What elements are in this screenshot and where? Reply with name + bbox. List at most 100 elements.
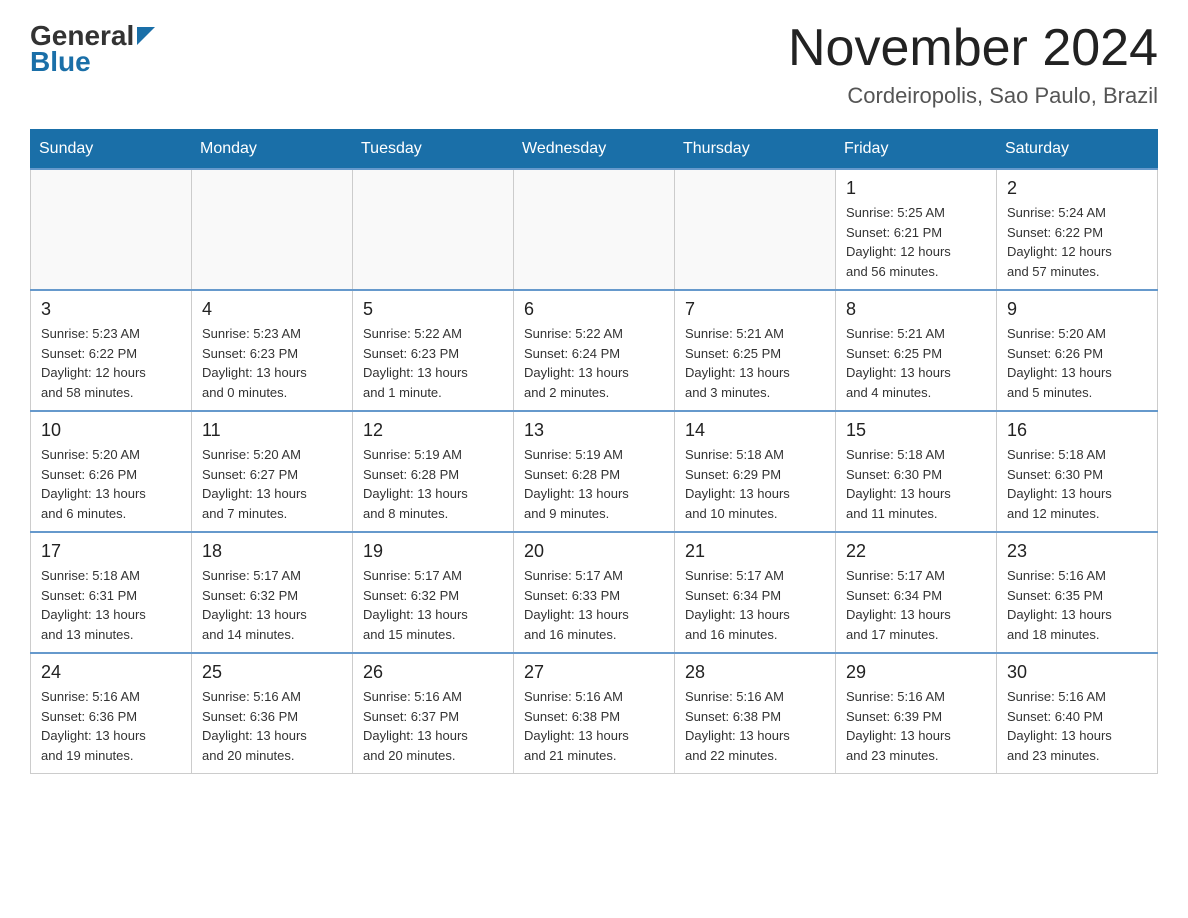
day-number: 29 (846, 662, 986, 683)
calendar-cell (353, 169, 514, 290)
day-info: Sunrise: 5:23 AMSunset: 6:23 PMDaylight:… (202, 324, 342, 402)
day-info: Sunrise: 5:20 AMSunset: 6:26 PMDaylight:… (1007, 324, 1147, 402)
calendar-week-4: 17 Sunrise: 5:18 AMSunset: 6:31 PMDayligh… (31, 532, 1158, 653)
calendar-cell: 2Sunrise: 5:24 AMSunset: 6:22 PMDaylight… (997, 169, 1158, 290)
calendar-cell: 20Sunrise: 5:17 AMSunset: 6:33 PMDayligh… (514, 532, 675, 653)
day-number: 16 (1007, 420, 1147, 441)
day-number: 6 (524, 299, 664, 320)
day-info: Sunrise: 5:20 AMSunset: 6:27 PMDaylight:… (202, 445, 342, 523)
weekday-header-friday: Friday (836, 130, 997, 170)
calendar-week-1: 1 Sunrise: 5:25 AMSunset: 6:21 PMDaylight… (31, 169, 1158, 290)
day-number: 9 (1007, 299, 1147, 320)
day-info: Sunrise: 5:16 AMSunset: 6:38 PMDaylight:… (685, 687, 825, 765)
calendar-cell: 23 Sunrise: 5:16 AMSunset: 6:35 PMDayligh… (997, 532, 1158, 653)
calendar-cell: 25Sunrise: 5:16 AMSunset: 6:36 PMDayligh… (192, 653, 353, 774)
calendar-cell: 3 Sunrise: 5:23 AMSunset: 6:22 PMDaylight… (31, 290, 192, 411)
day-info: Sunrise: 5:19 AMSunset: 6:28 PMDaylight:… (363, 445, 503, 523)
day-number: 7 (685, 299, 825, 320)
day-number: 12 (363, 420, 503, 441)
day-info: Sunrise: 5:17 AMSunset: 6:32 PMDaylight:… (202, 566, 342, 644)
title-section: November 2024 Cordeiropolis, Sao Paulo, … (788, 20, 1158, 109)
calendar-cell: 24Sunrise: 5:16 AMSunset: 6:36 PMDayligh… (31, 653, 192, 774)
day-info: Sunrise: 5:16 AMSunset: 6:35 PMDaylight:… (1007, 566, 1147, 644)
day-number: 5 (363, 299, 503, 320)
calendar-cell: 9 Sunrise: 5:20 AMSunset: 6:26 PMDaylight… (997, 290, 1158, 411)
calendar-cell: 27Sunrise: 5:16 AMSunset: 6:38 PMDayligh… (514, 653, 675, 774)
day-number: 18 (202, 541, 342, 562)
day-info: Sunrise: 5:18 AMSunset: 6:30 PMDaylight:… (846, 445, 986, 523)
day-number: 25 (202, 662, 342, 683)
day-info: Sunrise: 5:17 AMSunset: 6:32 PMDaylight:… (363, 566, 503, 644)
calendar-cell: 30Sunrise: 5:16 AMSunset: 6:40 PMDayligh… (997, 653, 1158, 774)
calendar-cell: 21 Sunrise: 5:17 AMSunset: 6:34 PMDayligh… (675, 532, 836, 653)
day-info: Sunrise: 5:25 AMSunset: 6:21 PMDaylight:… (846, 203, 986, 281)
day-number: 17 (41, 541, 181, 562)
day-number: 22 (846, 541, 986, 562)
calendar-cell: 5Sunrise: 5:22 AMSunset: 6:23 PMDaylight… (353, 290, 514, 411)
logo: General Blue (30, 20, 155, 78)
day-info: Sunrise: 5:18 AMSunset: 6:31 PMDaylight:… (41, 566, 181, 644)
day-info: Sunrise: 5:21 AMSunset: 6:25 PMDaylight:… (685, 324, 825, 402)
calendar-cell: 11 Sunrise: 5:20 AMSunset: 6:27 PMDayligh… (192, 411, 353, 532)
day-number: 14 (685, 420, 825, 441)
calendar-cell: 8Sunrise: 5:21 AMSunset: 6:25 PMDaylight… (836, 290, 997, 411)
day-number: 4 (202, 299, 342, 320)
calendar-cell: 26 Sunrise: 5:16 AMSunset: 6:37 PMDayligh… (353, 653, 514, 774)
day-info: Sunrise: 5:17 AMSunset: 6:34 PMDaylight:… (846, 566, 986, 644)
calendar-week-3: 10Sunrise: 5:20 AMSunset: 6:26 PMDayligh… (31, 411, 1158, 532)
day-info: Sunrise: 5:18 AMSunset: 6:30 PMDaylight:… (1007, 445, 1147, 523)
calendar-cell: 14 Sunrise: 5:18 AMSunset: 6:29 PMDayligh… (675, 411, 836, 532)
day-info: Sunrise: 5:16 AMSunset: 6:38 PMDaylight:… (524, 687, 664, 765)
day-info: Sunrise: 5:16 AMSunset: 6:37 PMDaylight:… (363, 687, 503, 765)
calendar-cell: 18 Sunrise: 5:17 AMSunset: 6:32 PMDayligh… (192, 532, 353, 653)
calendar-header: SundayMondayTuesdayWednesdayThursdayFrid… (31, 130, 1158, 170)
weekday-header-thursday: Thursday (675, 130, 836, 170)
calendar-cell (31, 169, 192, 290)
calendar-cell: 1 Sunrise: 5:25 AMSunset: 6:21 PMDaylight… (836, 169, 997, 290)
calendar-table: SundayMondayTuesdayWednesdayThursdayFrid… (30, 129, 1158, 774)
calendar-cell: 28Sunrise: 5:16 AMSunset: 6:38 PMDayligh… (675, 653, 836, 774)
day-number: 13 (524, 420, 664, 441)
weekday-header-saturday: Saturday (997, 130, 1158, 170)
day-number: 2 (1007, 178, 1147, 199)
day-number: 15 (846, 420, 986, 441)
day-number: 19 (363, 541, 503, 562)
day-info: Sunrise: 5:18 AMSunset: 6:29 PMDaylight:… (685, 445, 825, 523)
calendar-body: 1 Sunrise: 5:25 AMSunset: 6:21 PMDaylight… (31, 169, 1158, 774)
calendar-cell: 22 Sunrise: 5:17 AMSunset: 6:34 PMDayligh… (836, 532, 997, 653)
weekday-header-tuesday: Tuesday (353, 130, 514, 170)
calendar-cell: 4 Sunrise: 5:23 AMSunset: 6:23 PMDaylight… (192, 290, 353, 411)
day-info: Sunrise: 5:17 AMSunset: 6:34 PMDaylight:… (685, 566, 825, 644)
day-info: Sunrise: 5:20 AMSunset: 6:26 PMDaylight:… (41, 445, 181, 523)
day-info: Sunrise: 5:16 AMSunset: 6:40 PMDaylight:… (1007, 687, 1147, 765)
day-info: Sunrise: 5:21 AMSunset: 6:25 PMDaylight:… (846, 324, 986, 402)
calendar-cell: 29Sunrise: 5:16 AMSunset: 6:39 PMDayligh… (836, 653, 997, 774)
logo-blue-text: Blue (30, 46, 91, 78)
weekday-header-row: SundayMondayTuesdayWednesdayThursdayFrid… (31, 130, 1158, 170)
day-number: 3 (41, 299, 181, 320)
weekday-header-monday: Monday (192, 130, 353, 170)
calendar-cell: 10Sunrise: 5:20 AMSunset: 6:26 PMDayligh… (31, 411, 192, 532)
day-info: Sunrise: 5:22 AMSunset: 6:24 PMDaylight:… (524, 324, 664, 402)
day-number: 1 (846, 178, 986, 199)
day-number: 23 (1007, 541, 1147, 562)
month-title: November 2024 (788, 20, 1158, 77)
calendar-cell: 17 Sunrise: 5:18 AMSunset: 6:31 PMDayligh… (31, 532, 192, 653)
calendar-cell (514, 169, 675, 290)
calendar-cell: 12 Sunrise: 5:19 AMSunset: 6:28 PMDayligh… (353, 411, 514, 532)
calendar-cell: 13Sunrise: 5:19 AMSunset: 6:28 PMDayligh… (514, 411, 675, 532)
day-number: 21 (685, 541, 825, 562)
logo-arrow-icon (137, 27, 155, 50)
day-number: 24 (41, 662, 181, 683)
calendar-cell: 16 Sunrise: 5:18 AMSunset: 6:30 PMDayligh… (997, 411, 1158, 532)
calendar-cell (675, 169, 836, 290)
page-header: General Blue November 2024 Cordeiropolis… (30, 20, 1158, 109)
calendar-cell: 15 Sunrise: 5:18 AMSunset: 6:30 PMDayligh… (836, 411, 997, 532)
location-text: Cordeiropolis, Sao Paulo, Brazil (788, 83, 1158, 109)
day-info: Sunrise: 5:23 AMSunset: 6:22 PMDaylight:… (41, 324, 181, 402)
day-number: 26 (363, 662, 503, 683)
weekday-header-wednesday: Wednesday (514, 130, 675, 170)
calendar-week-5: 24Sunrise: 5:16 AMSunset: 6:36 PMDayligh… (31, 653, 1158, 774)
day-info: Sunrise: 5:17 AMSunset: 6:33 PMDaylight:… (524, 566, 664, 644)
day-number: 11 (202, 420, 342, 441)
